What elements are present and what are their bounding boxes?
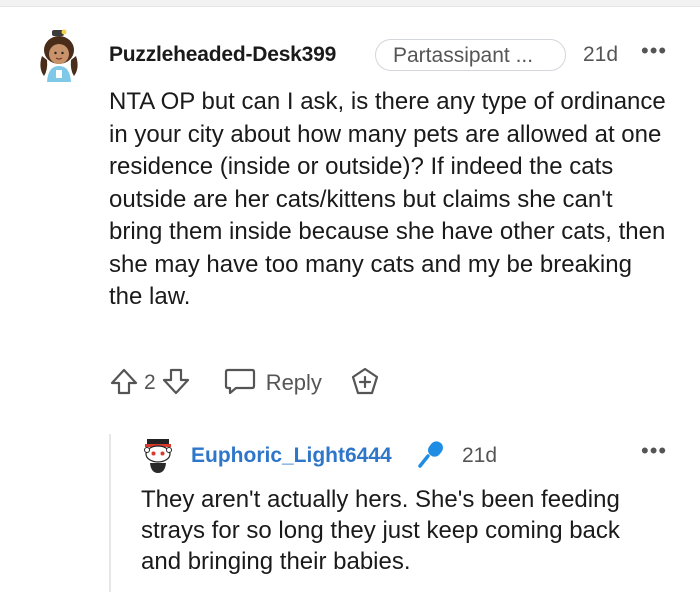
award-button[interactable] [350,366,380,401]
cartoon-avatar-icon[interactable] [30,26,88,84]
reply-timestamp: 21d [462,444,498,467]
reply-author[interactable]: Euphoric_Light6444 [191,444,392,468]
vote-count: 2 [144,371,156,394]
snoo-avatar-icon[interactable] [141,437,175,475]
comment: Puzzleheaded-Desk399 Partassipant ... 21… [0,0,700,592]
award-plus-icon [350,366,380,401]
comment-actions: 2 Reply [108,366,380,400]
microphone-icon [416,439,446,469]
comment-timestamp: 21d [583,43,619,66]
reply-label: Reply [265,370,322,395]
user-flair: Partassipant ... [375,39,566,71]
reply-body: They aren't actually hers. She's been fe… [141,486,620,575]
comment-author[interactable]: Puzzleheaded-Desk399 [109,43,336,67]
reply-more-options-button[interactable]: ••• [641,440,667,462]
reply-button[interactable]: Reply [224,366,322,401]
arrow-up-icon[interactable] [108,365,140,402]
thread-line[interactable] [109,434,111,592]
more-options-button[interactable]: ••• [641,40,667,62]
arrow-down-icon[interactable] [160,365,192,402]
comment-body: NTA OP but can I ask, is there any type … [109,88,666,310]
speech-bubble-icon [224,366,256,401]
